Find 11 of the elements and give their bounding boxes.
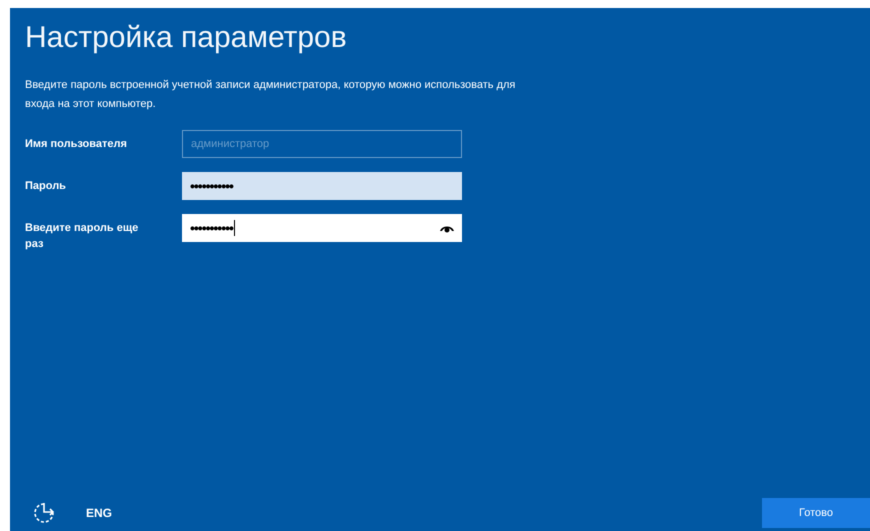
input-field[interactable]: ••••••••••• [182, 172, 462, 200]
eye-icon[interactable] [440, 224, 454, 232]
accessibility-icon[interactable] [32, 501, 56, 525]
field-label: Имя пользователя [25, 137, 128, 152]
field-label: Введите пароль еще раз [25, 221, 140, 252]
description-text: Введите пароль встроенной учетной записи администратора, которую можно использовать для входа на этот компьютер. [25, 78, 516, 112]
language-indicator[interactable]: ENG [86, 504, 112, 522]
field-label: Пароль [25, 179, 67, 194]
done-button[interactable]: Готово [762, 498, 870, 528]
page-title: Настройка параметров [25, 20, 347, 56]
input-field[interactable]: ••••••••••• [182, 214, 462, 242]
